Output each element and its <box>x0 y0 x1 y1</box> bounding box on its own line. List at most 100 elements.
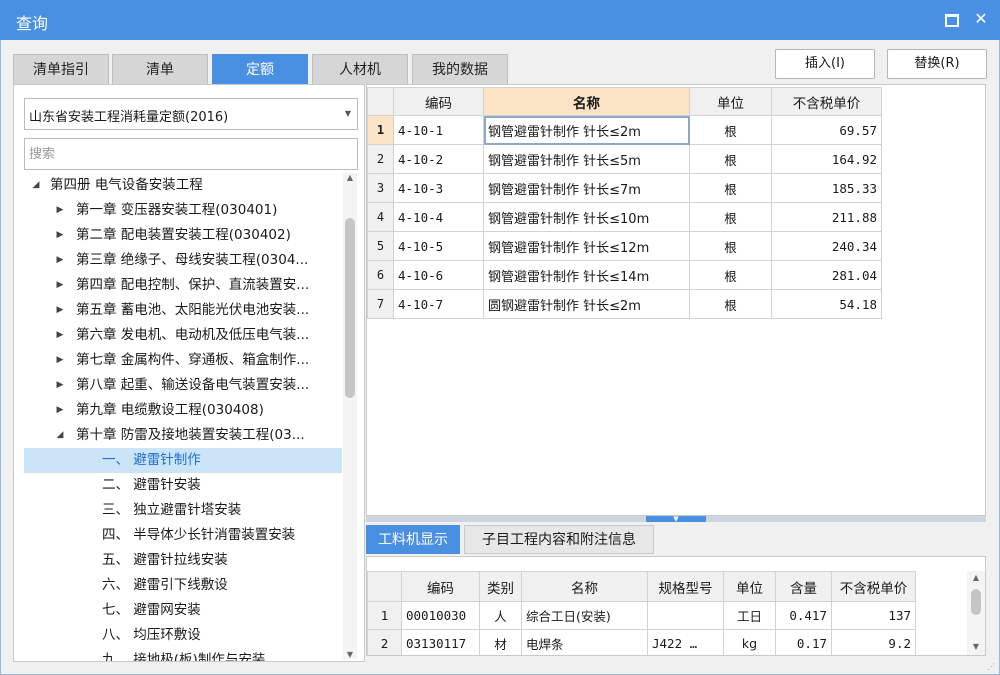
resize-grip-icon[interactable]: ⋰ <box>987 662 997 672</box>
tree-node-section[interactable]: 四、 半导体少长针消雷装置安装 <box>24 523 342 548</box>
tree-expand-icon[interactable]: ▶ <box>54 223 66 248</box>
cell-unit[interactable]: 根 <box>689 231 772 261</box>
tree-node-chapter[interactable]: ▶ 第六章 发电机、电动机及低压电气装... <box>24 323 342 348</box>
cell-price[interactable]: 240.34 <box>771 231 882 261</box>
cell-price[interactable]: 137 <box>831 601 916 630</box>
tree-node-chapter[interactable]: ▶ 第二章 配电装置安装工程(030402) <box>24 223 342 248</box>
maximize-icon[interactable] <box>940 8 962 30</box>
column-header-name[interactable]: 名称 <box>521 571 648 602</box>
tab-my-data[interactable]: 我的数据 <box>412 54 508 84</box>
cell-name[interactable]: 综合工日(安装) <box>521 601 648 630</box>
tree-node-chapter[interactable]: ▶ 第一章 变压器安装工程(030401) <box>24 198 342 223</box>
search-input[interactable] <box>24 138 358 170</box>
column-header-price[interactable]: 不含税单价 <box>771 87 882 116</box>
cell-name[interactable]: 钢管避雷针制作 针长≤2m <box>483 115 690 145</box>
tab-work-content-notes[interactable]: 子目工程内容和附注信息 <box>464 525 654 554</box>
cell-code[interactable]: 4-10-1 <box>393 115 484 145</box>
scroll-thumb[interactable] <box>345 218 355 398</box>
cell-spec[interactable] <box>647 601 724 630</box>
tree-expand-icon[interactable]: ▶ <box>54 398 66 423</box>
cell-name[interactable]: 钢管避雷针制作 针长≤7m <box>483 173 690 203</box>
tree-node-section[interactable]: 一、 避雷针制作 <box>24 448 342 473</box>
tab-list[interactable]: 清单 <box>112 54 208 84</box>
cell-name[interactable]: 电焊条 <box>521 629 648 655</box>
tree-node-chapter[interactable]: ▶ 第九章 电缆敷设工程(030408) <box>24 398 342 423</box>
tree-node-chapter[interactable]: ▶ 第七章 金属构件、穿通板、箱盒制作... <box>24 348 342 373</box>
tree-node-section[interactable]: 六、 避雷引下线敷设 <box>24 573 342 598</box>
scroll-up-icon[interactable]: ▲ <box>967 573 985 582</box>
column-header-code[interactable]: 编码 <box>401 571 480 602</box>
column-header-qty[interactable]: 含量 <box>775 571 832 602</box>
cell-unit[interactable]: 根 <box>689 173 772 203</box>
scroll-thumb[interactable] <box>971 589 981 615</box>
cell-code[interactable]: 4-10-2 <box>393 144 484 174</box>
table-row[interactable]: 5 4-10-5 钢管避雷针制作 针长≤12m 根 240.34 <box>367 231 882 261</box>
tree-node-section[interactable]: 九、 接地极(板)制作与安装 <box>24 648 342 661</box>
scroll-down-icon[interactable]: ▼ <box>343 650 357 659</box>
cell-price[interactable]: 69.57 <box>771 115 882 145</box>
cell-unit[interactable]: 根 <box>689 115 772 145</box>
table-row[interactable]: 6 4-10-6 钢管避雷针制作 针长≤14m 根 281.04 <box>367 260 882 290</box>
cell-name[interactable]: 钢管避雷针制作 针长≤10m <box>483 202 690 232</box>
tree-collapse-icon[interactable]: ◢ <box>30 173 42 198</box>
table-row[interactable]: 4 4-10-4 钢管避雷针制作 针长≤10m 根 211.88 <box>367 202 882 232</box>
cell-code[interactable]: 4-10-7 <box>393 289 484 319</box>
cell-unit[interactable]: 工日 <box>723 601 776 630</box>
quota-library-select[interactable]: 山东省安装工程消耗量定额(2016) ▼ <box>24 98 358 130</box>
tab-resource-display[interactable]: 工料机显示 <box>366 525 460 554</box>
tab-labor-material-machine[interactable]: 人材机 <box>312 54 408 84</box>
dropdown-arrow-icon[interactable]: ▼ <box>345 109 351 118</box>
cell-unit[interactable]: kg <box>723 629 776 655</box>
tree-node-section[interactable]: 二、 避雷针安装 <box>24 473 342 498</box>
cell-unit[interactable]: 根 <box>689 144 772 174</box>
table-row[interactable]: 1 00010030 人 综合工日(安装) 工日 0.417 137 <box>367 601 916 630</box>
tab-list-guide[interactable]: 清单指引 <box>13 54 109 84</box>
cell-unit[interactable]: 根 <box>689 260 772 290</box>
cell-unit[interactable]: 根 <box>689 289 772 319</box>
tree-expand-icon[interactable]: ▶ <box>54 248 66 273</box>
cell-code[interactable]: 4-10-6 <box>393 260 484 290</box>
cell-price[interactable]: 9.2 <box>831 629 916 655</box>
cell-type[interactable]: 材 <box>479 629 522 655</box>
tree-node-chapter[interactable]: ▶ 第八章 起重、输送设备电气装置安装... <box>24 373 342 398</box>
cell-price[interactable]: 54.18 <box>771 289 882 319</box>
cell-unit[interactable]: 根 <box>689 202 772 232</box>
tree-node-section[interactable]: 五、 避雷针拉线安装 <box>24 548 342 573</box>
tree-node-chapter[interactable]: ◢ 第十章 防雷及接地装置安装工程(03... <box>24 423 342 448</box>
column-header-unit[interactable]: 单位 <box>689 87 772 116</box>
cell-code[interactable]: 4-10-4 <box>393 202 484 232</box>
cell-qty[interactable]: 0.17 <box>775 629 832 655</box>
tab-quota[interactable]: 定额 <box>212 54 308 84</box>
table-row[interactable]: 2 4-10-2 钢管避雷针制作 针长≤5m 根 164.92 <box>367 144 882 174</box>
cell-type[interactable]: 人 <box>479 601 522 630</box>
replace-button[interactable]: 替换(R) <box>887 49 987 79</box>
cell-name[interactable]: 圆钢避雷针制作 针长≤2m <box>483 289 690 319</box>
cell-spec[interactable]: J422 … <box>647 629 724 655</box>
tree-node-chapter[interactable]: ▶ 第五章 蓄电池、太阳能光伏电池安装... <box>24 298 342 323</box>
scroll-up-icon[interactable]: ▲ <box>343 173 357 182</box>
cell-price[interactable]: 211.88 <box>771 202 882 232</box>
cell-name[interactable]: 钢管避雷针制作 针长≤5m <box>483 144 690 174</box>
cell-price[interactable]: 185.33 <box>771 173 882 203</box>
tree-node-root[interactable]: ◢ 第四册 电气设备安装工程 <box>24 173 342 198</box>
tree-expand-icon[interactable]: ▶ <box>54 323 66 348</box>
column-header-spec[interactable]: 规格型号 <box>647 571 724 602</box>
tree-node-section[interactable]: 七、 避雷网安装 <box>24 598 342 623</box>
tree-expand-icon[interactable]: ▶ <box>54 273 66 298</box>
tree-scrollbar[interactable]: ▲ ▼ <box>343 173 357 659</box>
tree-expand-icon[interactable]: ▶ <box>54 348 66 373</box>
table-row[interactable]: 2 03130117 材 电焊条 J422 … kg 0.17 9.2 <box>367 629 916 655</box>
tree-expand-icon[interactable]: ▶ <box>54 373 66 398</box>
tree-expand-icon[interactable]: ▶ <box>54 298 66 323</box>
column-header-price[interactable]: 不含税单价 <box>831 571 916 602</box>
cell-code[interactable]: 00010030 <box>401 601 480 630</box>
tree-node-section[interactable]: 八、 均压环敷设 <box>24 623 342 648</box>
tree-node-chapter[interactable]: ▶ 第三章 绝缘子、母线安装工程(0304... <box>24 248 342 273</box>
column-header-name[interactable]: 名称 <box>483 87 690 116</box>
table-row[interactable]: 7 4-10-7 圆钢避雷针制作 针长≤2m 根 54.18 <box>367 289 882 319</box>
cell-qty[interactable]: 0.417 <box>775 601 832 630</box>
table-row[interactable]: 1 4-10-1 钢管避雷针制作 针长≤2m 根 69.57 <box>367 115 882 145</box>
close-icon[interactable]: ✕ <box>970 8 992 30</box>
cell-price[interactable]: 164.92 <box>771 144 882 174</box>
tree-expand-icon[interactable]: ▶ <box>54 198 66 223</box>
